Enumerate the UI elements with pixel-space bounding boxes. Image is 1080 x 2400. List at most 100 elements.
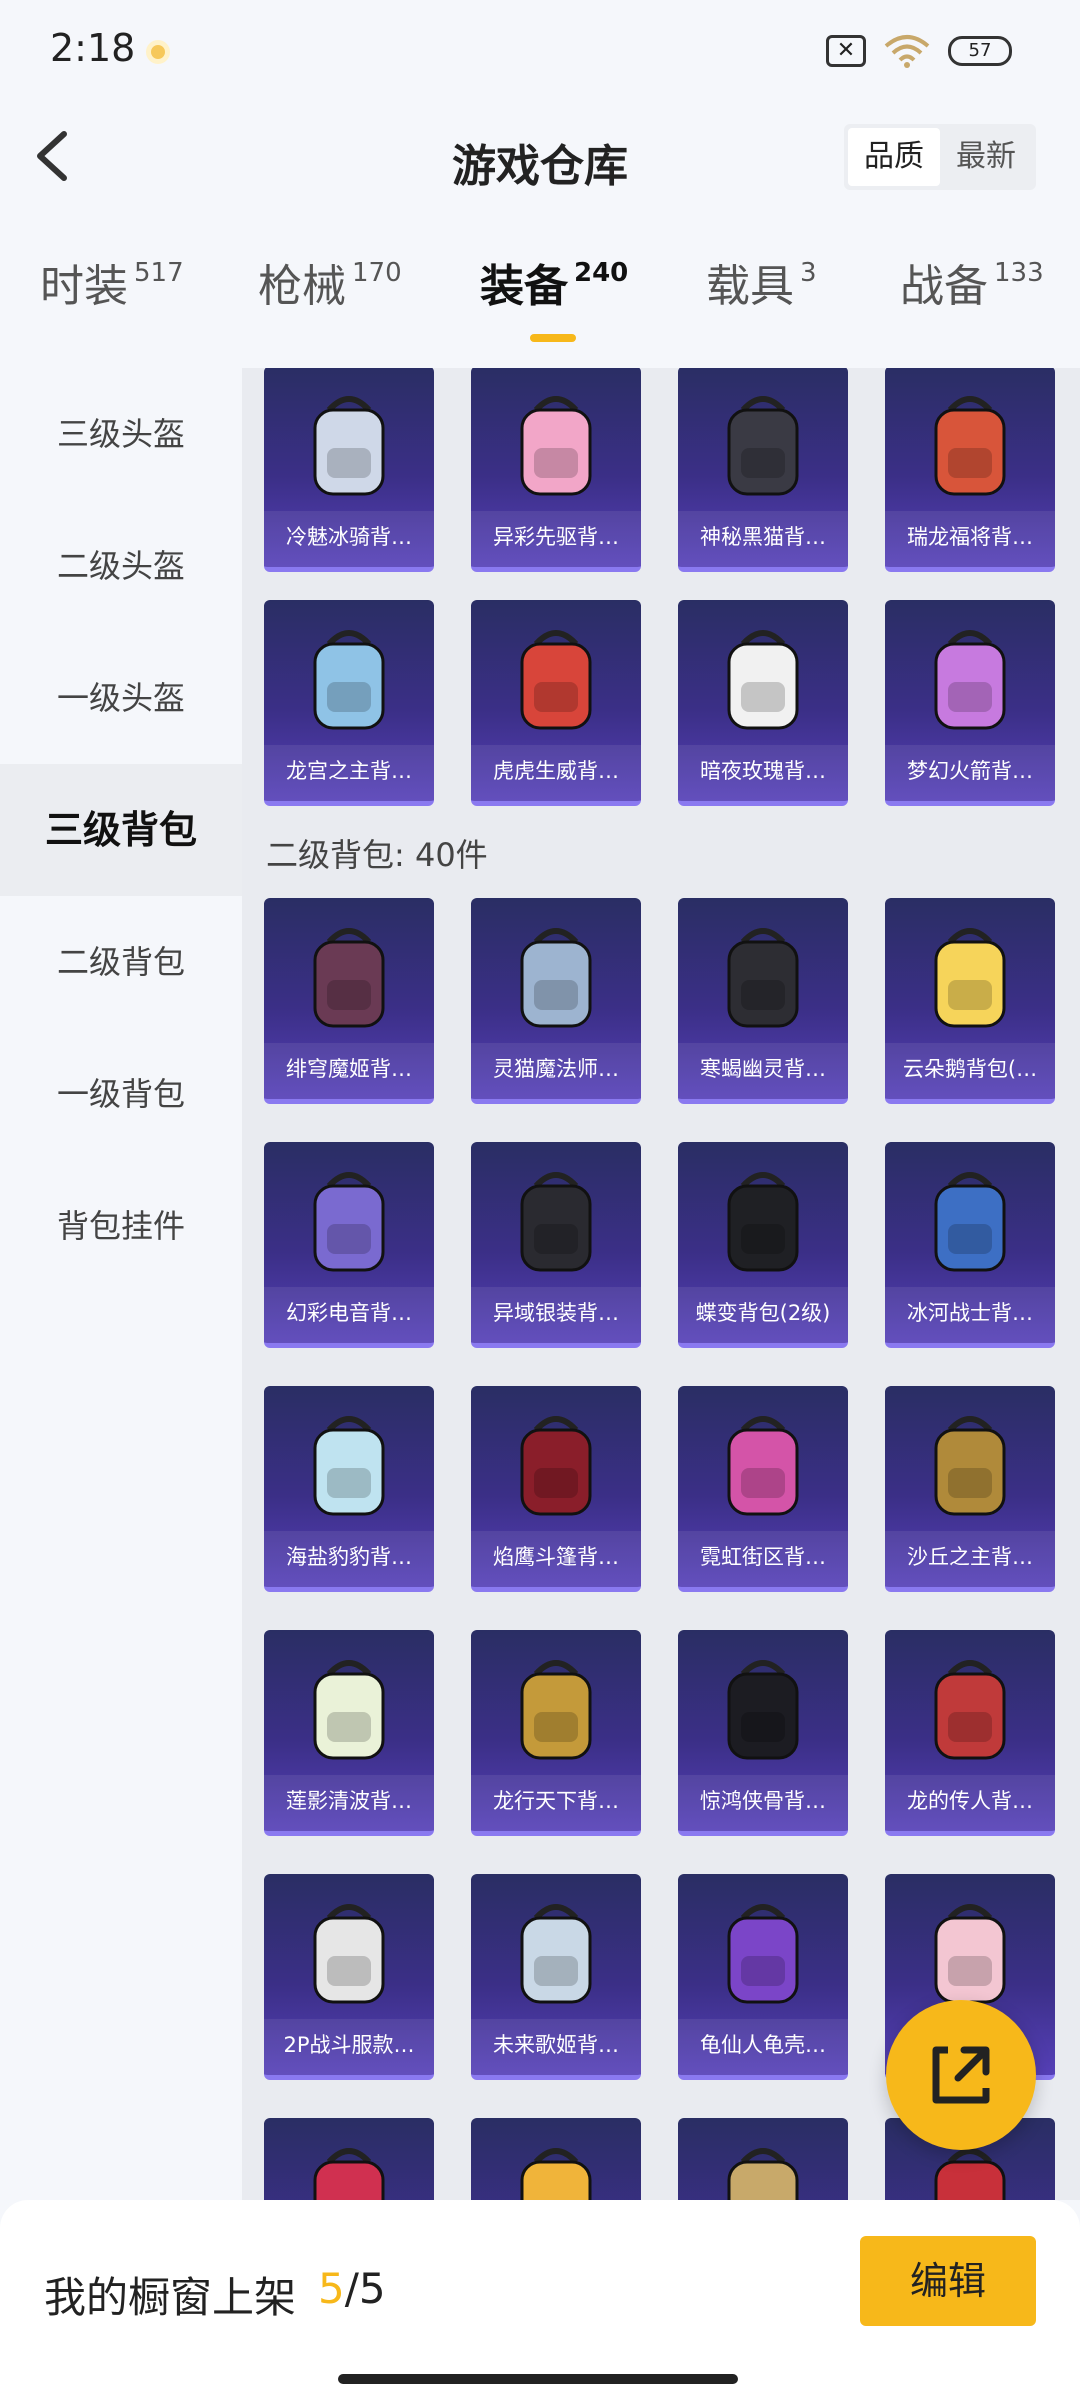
item-card[interactable]: 龙宫之主背… — [264, 600, 434, 806]
item-card-name: 虎虎生威背… — [471, 745, 641, 801]
backpack-image-icon — [727, 1416, 799, 1516]
item-card[interactable]: 异彩先驱背… — [471, 368, 641, 572]
item-card[interactable]: 沙丘之主背… — [885, 1386, 1055, 1592]
tab-label: 载具 — [706, 261, 794, 312]
item-card[interactable] — [471, 2118, 641, 2200]
active-tab-indicator — [530, 334, 576, 342]
tab-fashion[interactable]: 时装 517 — [40, 250, 184, 314]
item-card-name: 2P战斗服款… — [264, 2019, 434, 2075]
backpack-image-icon — [727, 1172, 799, 1272]
item-card-name: 龙的传人背… — [885, 1775, 1055, 1831]
item-card[interactable]: 异域银装背… — [471, 1142, 641, 1348]
item-card[interactable]: 幻彩电音背… — [264, 1142, 434, 1348]
tab-count: 133 — [994, 258, 1044, 288]
item-card[interactable] — [264, 2118, 434, 2200]
item-card-name: 云朵鹅背包(… — [885, 1043, 1055, 1099]
backpack-image-icon — [934, 1416, 1006, 1516]
item-card[interactable]: 海盐豹豹背… — [264, 1386, 434, 1592]
sidebar-item-level2-helmet[interactable]: 二级头盔 — [0, 500, 242, 632]
backpack-image-icon — [313, 1660, 385, 1760]
item-card-name: 龟仙人龟壳… — [678, 2019, 848, 2075]
shelf-count: 5/5 — [318, 2264, 386, 2313]
item-card[interactable]: 龙的传人背… — [885, 1630, 1055, 1836]
sidebar-item-level2-backpack[interactable]: 二级背包 — [0, 896, 242, 1028]
item-card[interactable]: 梦幻火箭背… — [885, 600, 1055, 806]
sidebar-item-level3-backpack[interactable]: 三级背包 — [0, 764, 242, 896]
item-card-name: 异彩先驱背… — [471, 511, 641, 567]
edit-button[interactable]: 编辑 — [860, 2236, 1036, 2326]
backpack-image-icon — [727, 928, 799, 1028]
header: 游戏仓库 品质 最新 — [0, 100, 1080, 220]
home-indicator[interactable] — [338, 2374, 738, 2384]
shelf-count-current: 5 — [318, 2264, 345, 2313]
item-card[interactable]: 神秘黑猫背… — [678, 368, 848, 572]
bottom-bar: 我的橱窗上架 5/5 编辑 — [0, 2200, 1080, 2400]
tab-label: 装备 — [480, 261, 568, 312]
tab-firearms[interactable]: 枪械 170 — [258, 250, 402, 314]
shelf-count-total: 5 — [358, 2264, 386, 2313]
backpack-image-icon — [520, 1416, 592, 1516]
item-card-name: 灵猫魔法师… — [471, 1043, 641, 1099]
backpack-image-icon — [313, 1416, 385, 1516]
backpack-image-icon — [313, 630, 385, 730]
sim-off-icon: ✕ — [826, 35, 866, 67]
tab-label: 枪械 — [258, 261, 346, 312]
backpack-image-icon — [520, 2148, 592, 2200]
item-card[interactable]: 虎虎生威背… — [471, 600, 641, 806]
item-card[interactable]: 龟仙人龟壳… — [678, 1874, 848, 2080]
item-card[interactable]: 龙行天下背… — [471, 1630, 641, 1836]
item-card[interactable]: 云朵鹅背包(… — [885, 898, 1055, 1104]
item-card[interactable] — [678, 2118, 848, 2200]
tab-count: 170 — [352, 258, 402, 288]
shelf-label: 我的橱窗上架 — [44, 2273, 297, 2322]
item-card[interactable]: 惊鸿侠骨背… — [678, 1630, 848, 1836]
status-time: 2:18 — [50, 26, 136, 70]
sort-option-newest[interactable]: 最新 — [940, 128, 1032, 186]
item-card-name: 寒蝎幽灵背… — [678, 1043, 848, 1099]
item-card[interactable]: 蝶变背包(2级) — [678, 1142, 848, 1348]
sort-toggle: 品质 最新 — [844, 124, 1036, 190]
item-card-name: 梦幻火箭背… — [885, 745, 1055, 801]
battery-icon: 57 — [948, 36, 1012, 66]
sidebar-item-level1-backpack[interactable]: 一级背包 — [0, 1028, 242, 1160]
item-card-name: 绯穹魔姬背… — [264, 1043, 434, 1099]
backpack-image-icon — [727, 1660, 799, 1760]
item-card-name: 龙宫之主背… — [264, 745, 434, 801]
tab-equipment[interactable]: 装备 240 — [480, 250, 628, 314]
item-card[interactable]: 莲影清波背… — [264, 1630, 434, 1836]
item-card[interactable]: 霓虹街区背… — [678, 1386, 848, 1592]
shelf-count-separator: / — [344, 2264, 359, 2313]
item-card[interactable]: 灵猫魔法师… — [471, 898, 641, 1104]
backpack-image-icon — [727, 630, 799, 730]
tab-count: 517 — [134, 258, 184, 288]
backpack-image-icon — [520, 396, 592, 496]
item-card[interactable]: 冷魅冰骑背… — [264, 368, 434, 572]
backpack-image-icon — [934, 928, 1006, 1028]
item-card[interactable]: 未来歌姬背… — [471, 1874, 641, 2080]
sort-option-quality[interactable]: 品质 — [848, 128, 940, 186]
item-card-name: 焰鹰斗篷背… — [471, 1531, 641, 1587]
backpack-image-icon — [934, 1660, 1006, 1760]
status-bar: 2:18 ✕ 57 — [0, 0, 1080, 100]
item-card[interactable]: 寒蝎幽灵背… — [678, 898, 848, 1104]
tab-combat-gear[interactable]: 战备 133 — [900, 250, 1044, 314]
item-card[interactable]: 绯穹魔姬背… — [264, 898, 434, 1104]
sidebar-item-backpack-charm[interactable]: 背包挂件 — [0, 1160, 242, 1292]
tab-vehicles[interactable]: 载具 3 — [706, 250, 817, 314]
sidebar-item-level3-helmet[interactable]: 三级头盔 — [0, 368, 242, 500]
item-card[interactable]: 2P战斗服款… — [264, 1874, 434, 2080]
item-card-name: 惊鸿侠骨背… — [678, 1775, 848, 1831]
item-card[interactable]: 瑞龙福将背… — [885, 368, 1055, 572]
item-card-name: 未来歌姬背… — [471, 2019, 641, 2075]
notification-dot-icon — [146, 40, 170, 64]
tab-label: 时装 — [40, 261, 128, 312]
share-button[interactable] — [886, 2000, 1036, 2150]
item-card-name: 瑞龙福将背… — [885, 511, 1055, 567]
item-card[interactable]: 暗夜玫瑰背… — [678, 600, 848, 806]
item-card[interactable]: 焰鹰斗篷背… — [471, 1386, 641, 1592]
sidebar-item-level1-helmet[interactable]: 一级头盔 — [0, 632, 242, 764]
item-card[interactable]: 冰河战士背… — [885, 1142, 1055, 1348]
item-card-name: 异域银装背… — [471, 1287, 641, 1343]
tab-label: 战备 — [900, 261, 988, 312]
item-card-name: 霓虹街区背… — [678, 1531, 848, 1587]
